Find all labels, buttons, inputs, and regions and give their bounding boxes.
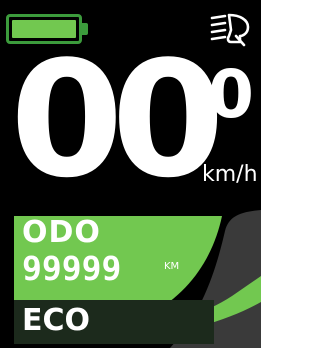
- speed-unit-label: km/h: [202, 162, 258, 187]
- speed-value: 00: [10, 26, 225, 213]
- display-screen: 00 0 km/h ODO 99999 KM ECO: [0, 0, 261, 348]
- speed-decimal-value: 0: [208, 56, 254, 133]
- odometer-label: ODO: [22, 215, 101, 250]
- headlight-icon: [210, 13, 250, 47]
- riding-mode-label: ECO: [22, 303, 91, 338]
- odometer-value: 99999: [22, 249, 122, 288]
- odometer-unit: KM: [164, 261, 180, 272]
